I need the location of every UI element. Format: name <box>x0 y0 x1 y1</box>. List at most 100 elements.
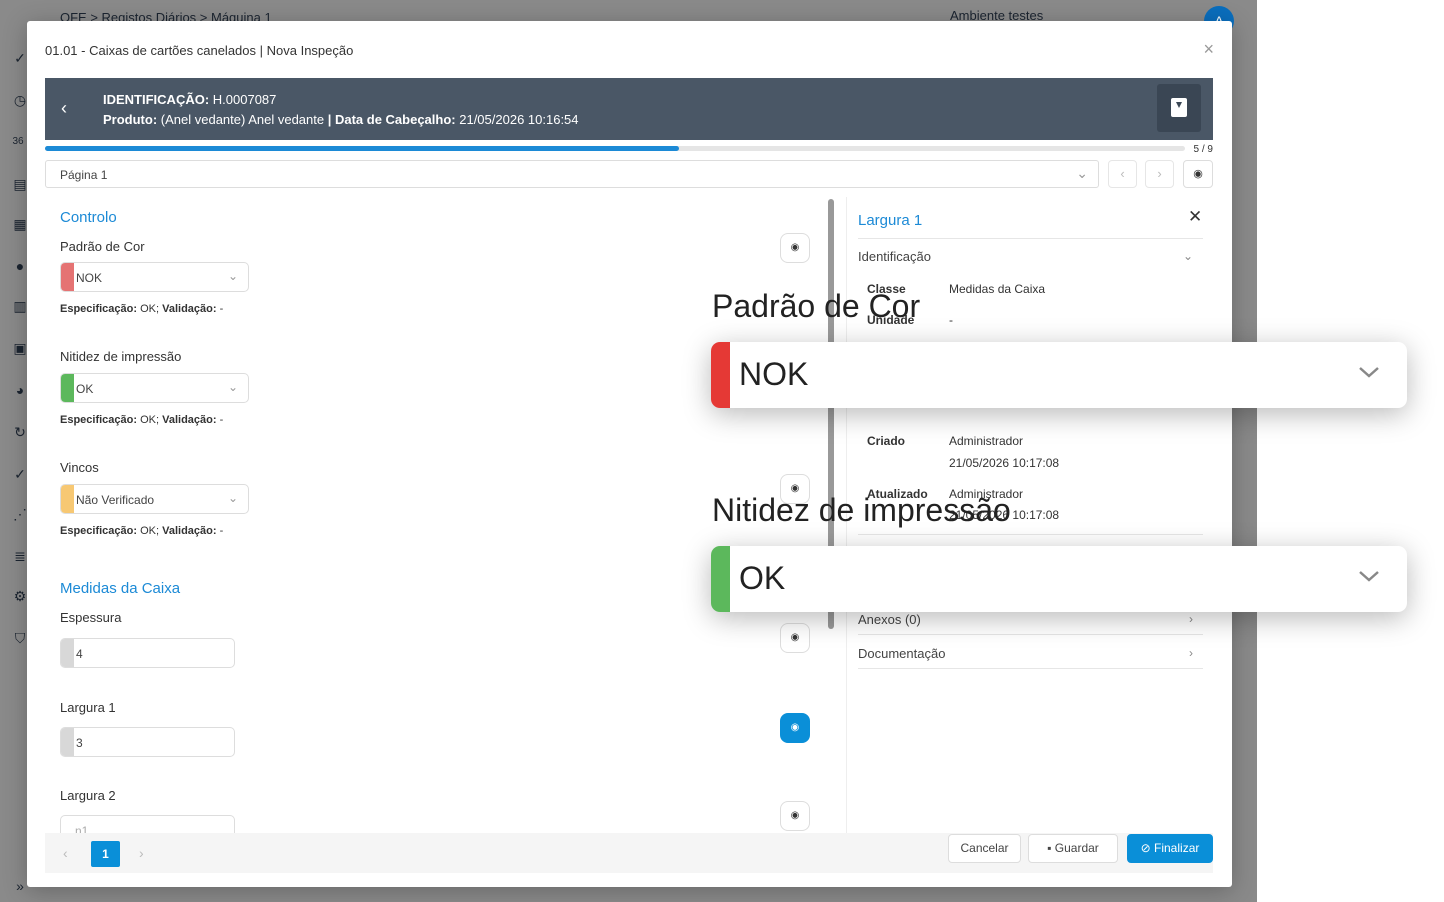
accordion-documentacao[interactable]: Documentação › <box>858 646 1203 661</box>
check-circle-icon[interactable]: ✓ <box>12 466 28 482</box>
close-icon[interactable]: ✕ <box>1188 207 1202 227</box>
save-label: Guardar <box>1054 841 1099 855</box>
validation-label: Validação: <box>162 303 217 315</box>
status-bar-grey <box>61 728 74 756</box>
largura2-input[interactable]: n1 <box>60 815 235 833</box>
gear-icon[interactable]: ⚙ <box>12 588 28 604</box>
status-bar-yellow <box>61 485 74 513</box>
validation-value: - <box>216 414 224 426</box>
next-page-button[interactable]: › <box>1145 160 1174 188</box>
spec-label: Especificação: <box>60 414 138 426</box>
page-select-value: Página 1 <box>60 168 108 182</box>
view-toggle-eye-icon[interactable]: ◉ <box>1183 160 1213 188</box>
eye-toggle-button[interactable]: ◉ <box>780 801 810 831</box>
modal-close-icon[interactable]: × <box>1203 39 1214 60</box>
shield-icon[interactable]: ⛉ <box>12 630 28 646</box>
progress-label: 5 / 9 <box>1193 144 1213 155</box>
product-line: Produto: (Anel vedante) Anel vedante | D… <box>103 112 579 127</box>
save-icon: ▪ <box>1047 841 1055 855</box>
expand-icon[interactable]: » <box>12 878 28 894</box>
accordion-anexos[interactable]: Anexos (0) › <box>858 612 1203 627</box>
finish-button[interactable]: ⊘ Finalizar <box>1127 834 1213 863</box>
field-label-nitidez: Nitidez de impressão <box>60 349 182 364</box>
identification-value: H.0007087 <box>209 92 277 107</box>
divider <box>858 238 1203 239</box>
field-label-vincos: Vincos <box>60 460 99 475</box>
divider <box>858 534 1203 535</box>
board-icon[interactable]: ▤ <box>12 176 28 192</box>
chevron-down-icon: ⌄ <box>227 491 238 505</box>
chevron-down-icon: ⌄ <box>227 269 238 283</box>
divider <box>858 668 1203 669</box>
chevron-right-icon: › <box>1189 612 1193 626</box>
header-separator: | <box>327 112 335 127</box>
status-bar-grey <box>61 639 74 667</box>
chevron-down-icon <box>1359 571 1379 582</box>
espessura-input[interactable]: 4 <box>60 638 235 668</box>
zoom-label-nitidez: Nitidez de impressão <box>712 492 1011 528</box>
vincos-select[interactable]: Não Verificado ⌄ <box>60 484 249 514</box>
detail-value-classe: Medidas da Caixa <box>949 282 1046 296</box>
largura1-input[interactable]: 3 <box>60 727 235 757</box>
refresh-icon[interactable]: ↻ <box>12 424 28 440</box>
zoom-nitidez-select[interactable]: OK <box>711 546 1407 612</box>
product-label: Produto: <box>103 112 158 127</box>
nitidez-select[interactable]: OK ⌄ <box>60 373 249 403</box>
chevron-down-icon: ⌄ <box>1182 249 1193 263</box>
modal-title: 01.01 - Caixas de cartões canelados | No… <box>45 43 354 58</box>
check-icon[interactable]: ✓ <box>12 50 28 66</box>
identification-label: IDENTIFICAÇÃO: <box>103 92 210 107</box>
back-chevron-icon[interactable]: ‹ <box>61 98 67 119</box>
layout-icon[interactable]: ▥ <box>12 298 28 314</box>
validation-value: - <box>216 303 224 315</box>
check-circle-icon: ⊘ <box>1140 841 1155 855</box>
left-rail: ✓ ◷ 36 ▤ ▦ ● ▥ ▣ ◕ ↻ ✓ ⋰ ≣ ⚙ ⛉ » <box>0 0 30 902</box>
spec-line: Especificação: OK; Validação: - <box>60 525 223 537</box>
eye-toggle-button[interactable]: ◉ <box>780 233 810 263</box>
validation-value: - <box>216 525 224 537</box>
pagination-next-icon[interactable]: › <box>139 845 144 861</box>
eye-toggle-button-active[interactable]: ◉ <box>780 713 810 743</box>
section-title-controlo: Controlo <box>60 209 117 226</box>
chevron-down-icon: ⌄ <box>227 380 238 394</box>
chevron-down-icon: ⌄ <box>1076 165 1088 181</box>
zoom-padrao-cor-select[interactable]: NOK <box>711 342 1407 408</box>
accordion-label: Documentação <box>858 646 946 661</box>
accordion-identificacao[interactable]: Identificação ⌄ <box>858 249 1203 264</box>
eye-toggle-button[interactable]: ◉ <box>780 623 810 653</box>
status-bar-green <box>61 374 74 402</box>
calendar-grid-icon[interactable]: ▦ <box>12 216 28 232</box>
identification-line: IDENTIFICAÇÃO: H.0007087 <box>103 92 276 107</box>
detail-value-criado-user: Administrador <box>949 434 1024 448</box>
spec-value: OK; <box>137 303 163 315</box>
chevron-right-icon: › <box>1189 646 1193 660</box>
network-icon[interactable]: ⋰ <box>12 506 28 522</box>
save-button[interactable]: ▪ Guardar <box>1028 834 1118 863</box>
inspection-modal: 01.01 - Caixas de cartões canelados | No… <box>27 21 1232 887</box>
product-value: (Anel vedante) Anel vedante <box>157 112 328 127</box>
pagination-page-1[interactable]: 1 <box>91 841 120 867</box>
validation-label: Validação: <box>162 525 217 537</box>
spec-label: Especificação: <box>60 303 138 315</box>
tasks-icon[interactable]: ≣ <box>12 548 28 564</box>
zoom-status-bar-green <box>711 546 730 612</box>
page-select[interactable]: Página 1 ⌄ <box>45 160 1099 188</box>
alert-icon[interactable]: ● <box>12 258 28 274</box>
pagination-prev-icon[interactable]: ‹ <box>63 845 68 861</box>
download-document-button[interactable] <box>1157 84 1201 132</box>
zoom-nitidez-value: OK <box>739 560 786 596</box>
padrao-cor-select[interactable]: NOK ⌄ <box>60 262 249 292</box>
nitidez-value: OK <box>76 382 94 396</box>
clock-icon[interactable]: ◷ <box>12 92 28 108</box>
rail-count: 36 <box>12 136 24 147</box>
report-icon[interactable]: ▣ <box>12 340 28 356</box>
progress-bar <box>45 146 1185 151</box>
chevron-down-icon <box>1359 367 1379 378</box>
dashboard-icon[interactable]: ◕ <box>12 382 28 398</box>
spec-label: Especificação: <box>60 525 138 537</box>
download-document-icon <box>1171 98 1187 117</box>
finish-label: Finalizar <box>1154 841 1200 855</box>
largura2-placeholder: n1 <box>75 824 89 833</box>
prev-page-button[interactable]: ‹ <box>1108 160 1137 188</box>
cancel-button[interactable]: Cancelar <box>948 834 1021 863</box>
